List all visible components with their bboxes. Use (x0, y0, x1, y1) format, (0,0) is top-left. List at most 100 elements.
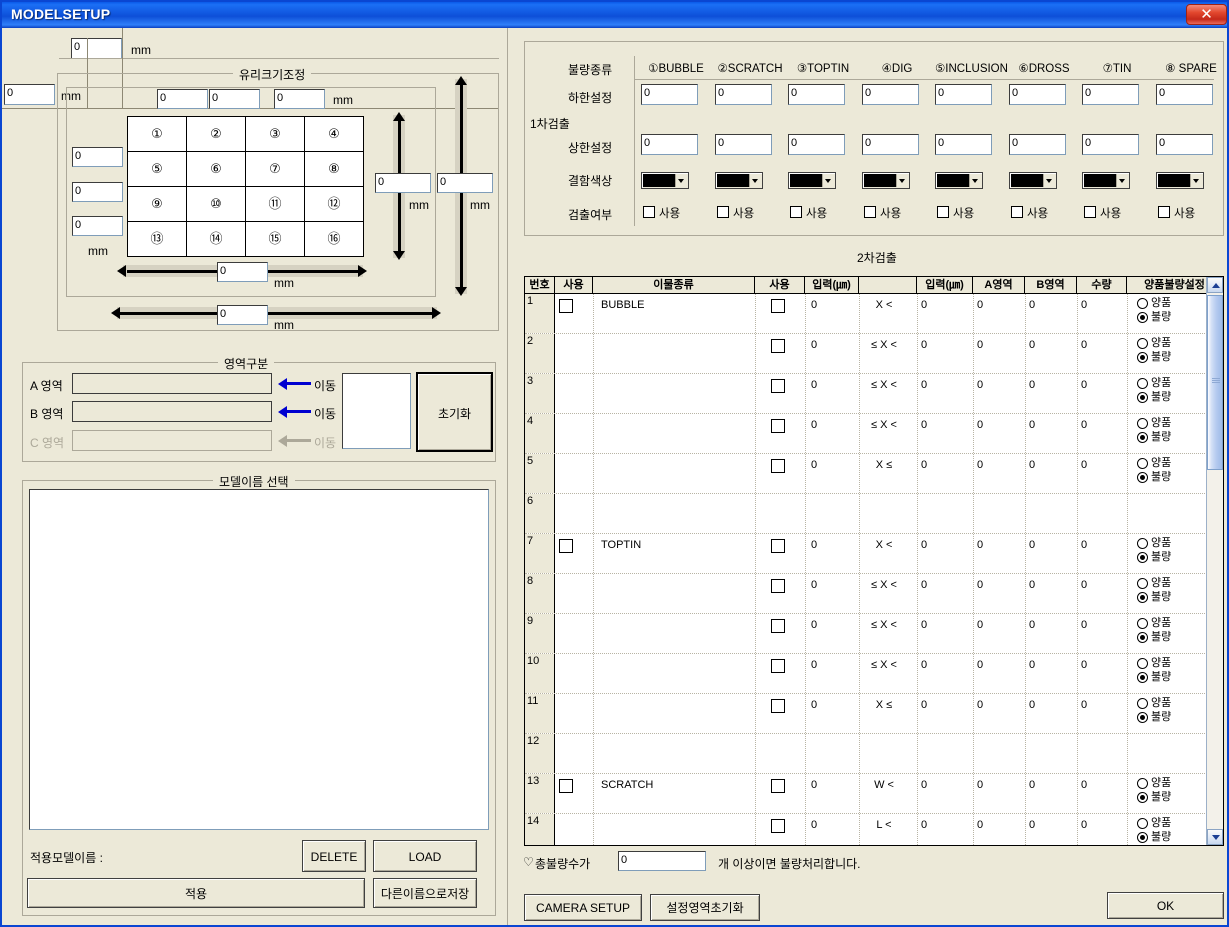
row-area-a[interactable]: 0 (977, 578, 983, 592)
row-area-a[interactable]: 0 (977, 778, 983, 792)
row-radio-good[interactable] (1137, 378, 1148, 389)
row-operator[interactable]: X ≤ (859, 698, 909, 712)
row-value-1[interactable]: 0 (811, 298, 817, 312)
row-radio-bad[interactable] (1137, 432, 1148, 443)
row-radio-bad[interactable] (1137, 592, 1148, 603)
row-area-b[interactable]: 0 (1029, 378, 1035, 392)
row-use-checkbox[interactable] (771, 379, 785, 393)
row-value-1[interactable]: 0 (811, 338, 817, 352)
row-operator[interactable]: X < (859, 538, 909, 552)
row-kind-checkbox[interactable] (559, 299, 573, 313)
defect-lower-input-3[interactable]: 0 (862, 84, 919, 105)
defect-lower-input-7[interactable]: 0 (1156, 84, 1213, 105)
row-value-2[interactable]: 0 (921, 778, 927, 792)
row-radio-good[interactable] (1137, 658, 1148, 669)
row-radio-good[interactable] (1137, 298, 1148, 309)
defect-lower-input-2[interactable]: 0 (788, 84, 845, 105)
row-radio-good[interactable] (1137, 618, 1148, 629)
scroll-up-button[interactable] (1207, 277, 1223, 293)
area-row-input-1[interactable] (72, 401, 272, 422)
row-kind-checkbox[interactable] (559, 539, 573, 553)
defect-lower-input-1[interactable]: 0 (715, 84, 772, 105)
row-operator[interactable]: L < (859, 818, 909, 832)
row-area-a[interactable]: 0 (977, 658, 983, 672)
row-operator[interactable]: X ≤ (859, 458, 909, 472)
defect-upper-input-0[interactable]: 0 (641, 134, 698, 155)
grid-header-7[interactable]: A영역 (973, 277, 1025, 293)
row-area-a[interactable]: 0 (977, 378, 983, 392)
row-area-a[interactable]: 0 (977, 338, 983, 352)
table-row[interactable]: 7 TOPTIN 0 X < 0 0 0 0 양품 불량 (525, 534, 1207, 574)
row-area-b[interactable]: 0 (1029, 418, 1035, 432)
row-use-checkbox[interactable] (771, 699, 785, 713)
table-row[interactable]: 1 BUBBLE 0 X < 0 0 0 0 양품 불량 (525, 294, 1207, 334)
row-quantity[interactable]: 0 (1081, 618, 1087, 632)
area-row-input-0[interactable] (72, 373, 272, 394)
row-area-a[interactable]: 0 (977, 298, 983, 312)
defect-upper-input-6[interactable]: 0 (1082, 134, 1139, 155)
row-quantity[interactable]: 0 (1081, 458, 1087, 472)
defect-lower-input-0[interactable]: 0 (641, 84, 698, 105)
load-button[interactable]: LOAD (373, 840, 477, 872)
row-quantity[interactable]: 0 (1081, 778, 1087, 792)
table-row[interactable]: 3 0 ≤ X < 0 0 0 0 양품 불량 (525, 374, 1207, 414)
close-button[interactable]: ✕ (1186, 4, 1227, 25)
grid-header-6[interactable]: 입력(㎛) (917, 277, 973, 293)
defect-color-dropdown-6[interactable] (1082, 172, 1130, 189)
row-radio-good[interactable] (1137, 578, 1148, 589)
glass-cell-10[interactable]: ⑩ (186, 186, 246, 222)
area-move-label-0[interactable]: 이동 (314, 377, 336, 394)
row-quantity[interactable]: 0 (1081, 538, 1087, 552)
row-operator[interactable]: W < (859, 778, 909, 792)
row-radio-good[interactable] (1137, 818, 1148, 829)
row-operator[interactable]: ≤ X < (859, 578, 909, 592)
row-area-b[interactable]: 0 (1029, 618, 1035, 632)
row-value-2[interactable]: 0 (921, 298, 927, 312)
row-quantity[interactable]: 0 (1081, 578, 1087, 592)
row-radio-bad[interactable] (1137, 472, 1148, 483)
row-use-checkbox[interactable] (771, 659, 785, 673)
row-value-1[interactable]: 0 (811, 818, 817, 832)
grid-header-3[interactable]: 사용 (755, 277, 805, 293)
defect-use-checkbox-2[interactable] (790, 206, 802, 218)
glass-cell-2[interactable]: ② (186, 116, 246, 152)
row-quantity[interactable]: 0 (1081, 658, 1087, 672)
defect-upper-input-7[interactable]: 0 (1156, 134, 1213, 155)
row-use-checkbox[interactable] (771, 779, 785, 793)
glass-row-input-2[interactable]: 0 (72, 182, 123, 202)
row-area-b[interactable]: 0 (1029, 818, 1035, 832)
row-area-a[interactable]: 0 (977, 538, 983, 552)
glass-cell-8[interactable]: ⑧ (304, 151, 364, 187)
row-value-1[interactable]: 0 (811, 378, 817, 392)
glass-row-input-3[interactable]: 0 (72, 216, 123, 236)
table-row[interactable]: 8 0 ≤ X < 0 0 0 0 양품 불량 (525, 574, 1207, 614)
row-value-2[interactable]: 0 (921, 538, 927, 552)
row-radio-bad[interactable] (1137, 792, 1148, 803)
table-row[interactable]: 6 (525, 494, 1207, 534)
row-radio-good[interactable] (1137, 538, 1148, 549)
glass-cell-14[interactable]: ⑭ (186, 221, 246, 257)
row-radio-good[interactable] (1137, 418, 1148, 429)
row-area-b[interactable]: 0 (1029, 298, 1035, 312)
defect-upper-input-2[interactable]: 0 (788, 134, 845, 155)
row-area-a[interactable]: 0 (977, 418, 983, 432)
row-use-checkbox[interactable] (771, 579, 785, 593)
table-row[interactable]: 12 (525, 734, 1207, 774)
row-value-1[interactable]: 0 (811, 578, 817, 592)
row-operator[interactable]: X < (859, 298, 909, 312)
apply-button[interactable]: 적용 (27, 878, 365, 908)
grid-header-4[interactable]: 입력(㎛) (805, 277, 859, 293)
defect-color-dropdown-1[interactable] (715, 172, 763, 189)
defect-use-checkbox-4[interactable] (937, 206, 949, 218)
row-value-2[interactable]: 0 (921, 418, 927, 432)
defect-lower-input-5[interactable]: 0 (1009, 84, 1066, 105)
glass-cell-11[interactable]: ⑪ (245, 186, 305, 222)
row-quantity[interactable]: 0 (1081, 338, 1087, 352)
area-reset-button[interactable]: 초기화 (416, 372, 493, 452)
row-value-2[interactable]: 0 (921, 578, 927, 592)
defect-upper-input-4[interactable]: 0 (935, 134, 992, 155)
row-value-2[interactable]: 0 (921, 658, 927, 672)
row-area-b[interactable]: 0 (1029, 338, 1035, 352)
table-row[interactable]: 4 0 ≤ X < 0 0 0 0 양품 불량 (525, 414, 1207, 454)
grid-header-8[interactable]: B영역 (1025, 277, 1077, 293)
